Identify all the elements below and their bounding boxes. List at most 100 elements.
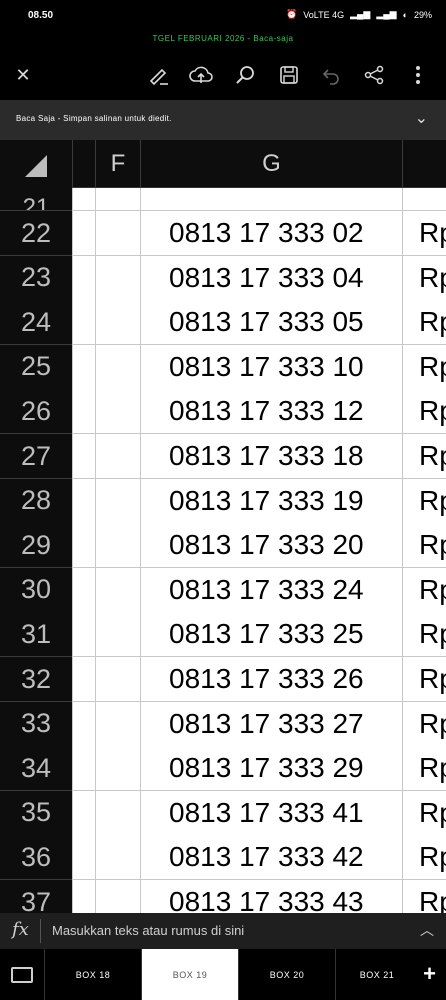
cell[interactable]: Rp xyxy=(402,255,446,301)
cell[interactable] xyxy=(72,701,95,747)
row-header[interactable]: 25 xyxy=(0,344,72,390)
cell[interactable]: 0813 17 333 02 xyxy=(140,211,402,256)
tab-box-20[interactable]: BOX 20 xyxy=(238,949,335,1000)
chevron-up-icon[interactable]: ︿ xyxy=(420,920,434,940)
cell[interactable] xyxy=(72,880,95,913)
row-header[interactable]: 30 xyxy=(0,567,72,613)
cell[interactable] xyxy=(95,344,140,390)
cell[interactable] xyxy=(72,657,95,702)
pen-icon[interactable] xyxy=(146,62,172,88)
cell[interactable]: 0813 17 333 04 xyxy=(140,255,402,301)
cell[interactable] xyxy=(72,300,95,346)
cell[interactable]: 0813 17 333 05 xyxy=(140,300,402,346)
cell[interactable] xyxy=(72,835,95,881)
row-header[interactable]: 27 xyxy=(0,434,72,479)
cell[interactable]: Rp xyxy=(402,344,446,390)
cell[interactable] xyxy=(95,255,140,301)
cell[interactable] xyxy=(402,188,446,211)
cell[interactable] xyxy=(72,478,95,524)
cell[interactable]: Rp xyxy=(402,835,446,881)
cell[interactable]: 0813 17 333 25 xyxy=(140,612,402,658)
cell[interactable] xyxy=(95,746,140,792)
read-only-notice[interactable]: Baca Saja - Simpan salinan untuk diedit.… xyxy=(0,100,446,140)
formula-input[interactable]: Masukkan teks atau rumus di sini xyxy=(52,923,244,938)
row-header[interactable]: 23 xyxy=(0,255,72,301)
cell[interactable]: 0813 17 333 41 xyxy=(140,790,402,836)
cell[interactable]: 0813 17 333 26 xyxy=(140,657,402,702)
cell[interactable]: Rp xyxy=(402,434,446,479)
add-sheet-button[interactable]: + xyxy=(423,961,436,987)
column-header-f[interactable]: F xyxy=(95,140,140,188)
cell[interactable] xyxy=(95,657,140,702)
cell[interactable] xyxy=(95,188,140,211)
cell[interactable]: Rp xyxy=(402,657,446,702)
cell[interactable]: Rp xyxy=(402,880,446,913)
cell[interactable]: 0813 17 333 20 xyxy=(140,523,402,569)
cell[interactable] xyxy=(72,211,95,256)
cell[interactable]: 0813 17 333 10 xyxy=(140,344,402,390)
fx-icon[interactable]: fx xyxy=(12,919,29,940)
cell[interactable] xyxy=(95,389,140,435)
cell[interactable]: Rp xyxy=(402,612,446,658)
row-header[interactable]: 34 xyxy=(0,746,72,792)
cell[interactable]: 0813 17 333 19 xyxy=(140,478,402,524)
cell[interactable] xyxy=(95,880,140,913)
row-header[interactable]: 32 xyxy=(0,657,72,702)
close-icon[interactable]: ✕ xyxy=(10,62,36,88)
cell[interactable]: Rp xyxy=(402,523,446,569)
cell[interactable] xyxy=(72,188,95,211)
cell[interactable]: Rp xyxy=(402,300,446,346)
cloud-upload-icon[interactable] xyxy=(188,62,214,88)
cell[interactable] xyxy=(72,790,95,836)
row-header[interactable]: 37 xyxy=(0,880,72,913)
cell[interactable] xyxy=(95,790,140,836)
cell[interactable] xyxy=(95,300,140,346)
cell[interactable] xyxy=(95,523,140,569)
row-header[interactable]: 26 xyxy=(0,389,72,435)
spreadsheet-grid[interactable]: F G 21 22 0813 17 333 02 Rp 23 0813 17 333 0… xyxy=(0,140,446,913)
cell[interactable] xyxy=(95,434,140,479)
cell[interactable]: Rp xyxy=(402,790,446,836)
column-header-h[interactable] xyxy=(402,140,446,188)
cell[interactable] xyxy=(95,701,140,747)
cell[interactable]: 0813 17 333 29 xyxy=(140,746,402,792)
row-header[interactable]: 28 xyxy=(0,478,72,524)
cell[interactable]: Rp xyxy=(402,389,446,435)
cell[interactable] xyxy=(72,255,95,301)
cell[interactable]: Rp xyxy=(402,478,446,524)
tab-box-18[interactable]: BOX 18 xyxy=(44,949,141,1000)
cell[interactable]: Rp xyxy=(402,746,446,792)
undo-icon[interactable] xyxy=(318,62,344,88)
cell[interactable]: 0813 17 333 24 xyxy=(140,567,402,613)
cell[interactable] xyxy=(95,567,140,613)
row-header[interactable]: 33 xyxy=(0,701,72,747)
cell[interactable] xyxy=(140,188,402,211)
cell[interactable] xyxy=(95,612,140,658)
cell[interactable] xyxy=(95,478,140,524)
cell[interactable]: 0813 17 333 12 xyxy=(140,389,402,435)
tab-box-19[interactable]: BOX 19 xyxy=(141,949,238,1000)
cell[interactable] xyxy=(72,567,95,613)
cell[interactable]: Rp xyxy=(402,211,446,256)
row-header[interactable]: 24 xyxy=(0,300,72,346)
column-header-g[interactable]: G xyxy=(140,140,402,188)
row-header[interactable]: 31 xyxy=(0,612,72,658)
row-header[interactable]: 29 xyxy=(0,523,72,569)
cell[interactable] xyxy=(95,835,140,881)
cell[interactable] xyxy=(95,211,140,256)
save-icon[interactable] xyxy=(276,62,302,88)
cell[interactable]: Rp xyxy=(402,567,446,613)
formula-bar[interactable]: fx Masukkan teks atau rumus di sini ︿ xyxy=(0,913,446,949)
cell[interactable] xyxy=(72,389,95,435)
cell[interactable]: 0813 17 333 43 xyxy=(140,880,402,913)
cell[interactable] xyxy=(72,434,95,479)
cell[interactable]: Rp xyxy=(402,701,446,747)
search-icon[interactable] xyxy=(232,62,258,88)
cell[interactable]: 0813 17 333 42 xyxy=(140,835,402,881)
row-header[interactable]: 36 xyxy=(0,835,72,881)
cell[interactable] xyxy=(72,746,95,792)
sheet-list-button[interactable] xyxy=(0,949,44,1000)
row-header[interactable]: 35 xyxy=(0,790,72,836)
row-header[interactable]: 22 xyxy=(0,211,72,256)
cell[interactable]: 0813 17 333 27 xyxy=(140,701,402,747)
